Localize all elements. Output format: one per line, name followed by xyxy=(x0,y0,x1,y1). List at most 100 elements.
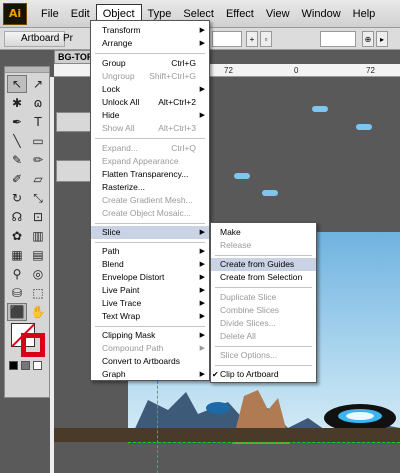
menu-separator xyxy=(215,346,312,347)
menu-separator xyxy=(95,326,205,327)
slice-item-clip-to-artboard[interactable]: ✔ Clip to Artboard xyxy=(211,368,316,381)
menu-item-expand-appearance: Expand Appearance xyxy=(102,156,179,166)
menu-separator xyxy=(215,287,312,288)
move-artwork-icon[interactable]: ⊕ xyxy=(362,31,374,47)
menu-item-slice[interactable]: Slice ▶ xyxy=(91,226,209,239)
symbol-sprayer-tool-icon[interactable]: ✿ xyxy=(7,227,27,245)
blend-tool-icon[interactable]: ◎ xyxy=(28,265,48,283)
menu-item-clipping-mask[interactable]: Clipping Mask ▶ xyxy=(91,329,209,342)
pencil-tool-icon[interactable]: ✏ xyxy=(28,151,48,169)
menu-item-show-all: Show All Alt+Ctrl+3 xyxy=(102,123,196,133)
slice-item-combine-slices: Combine Slices xyxy=(220,305,280,315)
slice-item-delete-all: Delete All xyxy=(220,331,256,341)
lasso-tool-icon[interactable]: ɷ xyxy=(28,94,48,112)
menu-separator xyxy=(95,223,205,224)
menu-item-expand: Expand... Ctrl+Q xyxy=(102,143,196,153)
slice-item-make[interactable]: Make xyxy=(211,226,316,239)
warp-tool-icon[interactable]: ☊ xyxy=(7,208,27,226)
menu-item-create-object-mosaic: Create Object Mosaic... xyxy=(102,208,191,218)
menu-item-graph[interactable]: Graph ▶ xyxy=(91,368,209,381)
tools-grip[interactable] xyxy=(5,67,49,73)
none-mode-icon[interactable] xyxy=(33,361,42,370)
direct-selection-tool-icon[interactable]: ↗ xyxy=(28,75,48,93)
left-ruler[interactable] xyxy=(50,77,54,473)
rectangle-tool-icon[interactable]: ▭ xyxy=(28,132,48,150)
line-tool-icon[interactable]: ╲ xyxy=(7,132,27,150)
menu-item-rasterize[interactable]: Rasterize... xyxy=(91,181,209,194)
fill-stroke-control[interactable] xyxy=(11,323,45,357)
slice-guide-horizontal[interactable] xyxy=(128,442,400,443)
menu-effect[interactable]: Effect xyxy=(220,5,260,23)
hand-tool-icon[interactable]: ✋ xyxy=(28,303,48,321)
slice-item-divide-slices: Divide Slices... xyxy=(220,318,276,328)
checkmark-icon: ✔ xyxy=(212,370,219,379)
delete-artboard-icon[interactable]: ▫ xyxy=(260,31,272,47)
slice-item-release: Release xyxy=(220,240,252,250)
type-tool-icon[interactable]: T xyxy=(28,113,48,131)
slice-item-create-from-selection[interactable]: Create from Selection xyxy=(211,271,316,284)
rotate-tool-icon[interactable]: ↻ xyxy=(7,189,27,207)
ground-strip xyxy=(54,428,400,442)
cloud-shape xyxy=(262,190,278,196)
menu-help[interactable]: Help xyxy=(347,5,382,23)
ruler-number: 72 xyxy=(224,66,233,75)
menu-separator xyxy=(95,242,205,243)
ruler-number: 72 xyxy=(366,66,375,75)
menu-view[interactable]: View xyxy=(260,5,296,23)
menu-file[interactable]: File xyxy=(35,5,65,23)
live-paint-bucket-tool-icon[interactable]: ⛁ xyxy=(7,284,27,302)
menu-item-compound-path: Compound Path ▶ xyxy=(102,343,205,353)
cloud-shape xyxy=(312,106,328,112)
menu-item-create-gradient-mesh: Create Gradient Mesh... xyxy=(102,195,193,205)
gradient-mode-icon[interactable] xyxy=(21,361,30,370)
slice-item-slice-options: Slice Options... xyxy=(220,350,278,360)
menu-item-blend[interactable]: Blend ▶ xyxy=(91,258,209,271)
slice-tool-icon[interactable]: ⬛ xyxy=(7,303,27,321)
color-mode-buttons xyxy=(9,361,42,370)
menu-item-text-wrap[interactable]: Text Wrap ▶ xyxy=(91,310,209,323)
menu-item-unlock-all[interactable]: Unlock All Alt+Ctrl+2 xyxy=(91,96,209,109)
menu-item-ungroup: Ungroup Shift+Ctrl+G xyxy=(102,71,196,81)
new-artboard-icon[interactable]: + xyxy=(246,31,258,47)
cloud-shape xyxy=(356,124,372,130)
menu-item-flatten-transparency[interactable]: Flatten Transparency... xyxy=(91,168,209,181)
slice-submenu: Make Release Create from Guides Create f… xyxy=(210,222,317,383)
menu-item-hide[interactable]: Hide ▶ xyxy=(91,109,209,122)
paintbrush-tool-icon[interactable]: ✎ xyxy=(7,151,27,169)
menu-item-arrange[interactable]: Arrange ▶ xyxy=(91,37,209,50)
menu-item-group[interactable]: Group Ctrl+G xyxy=(91,57,209,70)
scale-tool-icon[interactable]: ⤡ xyxy=(28,189,48,207)
preset-dropdown[interactable] xyxy=(212,31,242,47)
menu-separator xyxy=(215,255,312,256)
artboard-button[interactable]: Artboard xyxy=(4,31,66,47)
slice-item-create-from-guides[interactable]: Create from Guides xyxy=(211,258,316,271)
menu-window[interactable]: Window xyxy=(296,5,347,23)
color-mode-icon[interactable] xyxy=(9,361,18,370)
magic-wand-tool-icon[interactable]: ✱ xyxy=(7,94,27,112)
tools-panel: ↖ ↗ ✱ ɷ ✒ T ╲ ▭ ✎ ✏ ✐ ▱ ↻ ⤡ ☊ ⊡ ✿ ▥ ▦ ▤ … xyxy=(4,66,50,398)
free-transform-tool-icon[interactable]: ⊡ xyxy=(28,208,48,226)
stroke-swatch[interactable] xyxy=(21,333,45,357)
eyedropper-tool-icon[interactable]: ⚲ xyxy=(7,265,27,283)
graph-tool-icon[interactable]: ▥ xyxy=(28,227,48,245)
menu-item-convert-to-artboards[interactable]: Convert to Artboards xyxy=(91,355,209,368)
blob-brush-tool-icon[interactable]: ✐ xyxy=(7,170,27,188)
preset-label: Pr xyxy=(63,33,73,44)
menu-item-live-paint[interactable]: Live Paint ▶ xyxy=(91,284,209,297)
eraser-tool-icon[interactable]: ▱ xyxy=(28,170,48,188)
menu-item-path[interactable]: Path ▶ xyxy=(91,245,209,258)
options-icon[interactable]: ▸ xyxy=(376,31,388,47)
menu-item-live-trace[interactable]: Live Trace ▶ xyxy=(91,297,209,310)
menu-item-transform[interactable]: Transform ▶ xyxy=(91,24,209,37)
menu-item-envelope-distort[interactable]: Envelope Distort ▶ xyxy=(91,271,209,284)
gradient-tool-icon[interactable]: ▤ xyxy=(28,246,48,264)
selection-tool-icon[interactable]: ↖ xyxy=(7,75,27,93)
artboard-option-field[interactable] xyxy=(320,31,356,47)
live-paint-selection-tool-icon[interactable]: ⬚ xyxy=(28,284,48,302)
menu-item-lock[interactable]: Lock ▶ xyxy=(91,83,209,96)
menu-separator xyxy=(215,365,312,366)
pen-tool-icon[interactable]: ✒ xyxy=(7,113,27,131)
mesh-tool-icon[interactable]: ▦ xyxy=(7,246,27,264)
object-menu: Transform ▶ Arrange ▶ Group Ctrl+G Ungroup S… xyxy=(90,20,210,381)
menu-separator xyxy=(95,138,205,139)
